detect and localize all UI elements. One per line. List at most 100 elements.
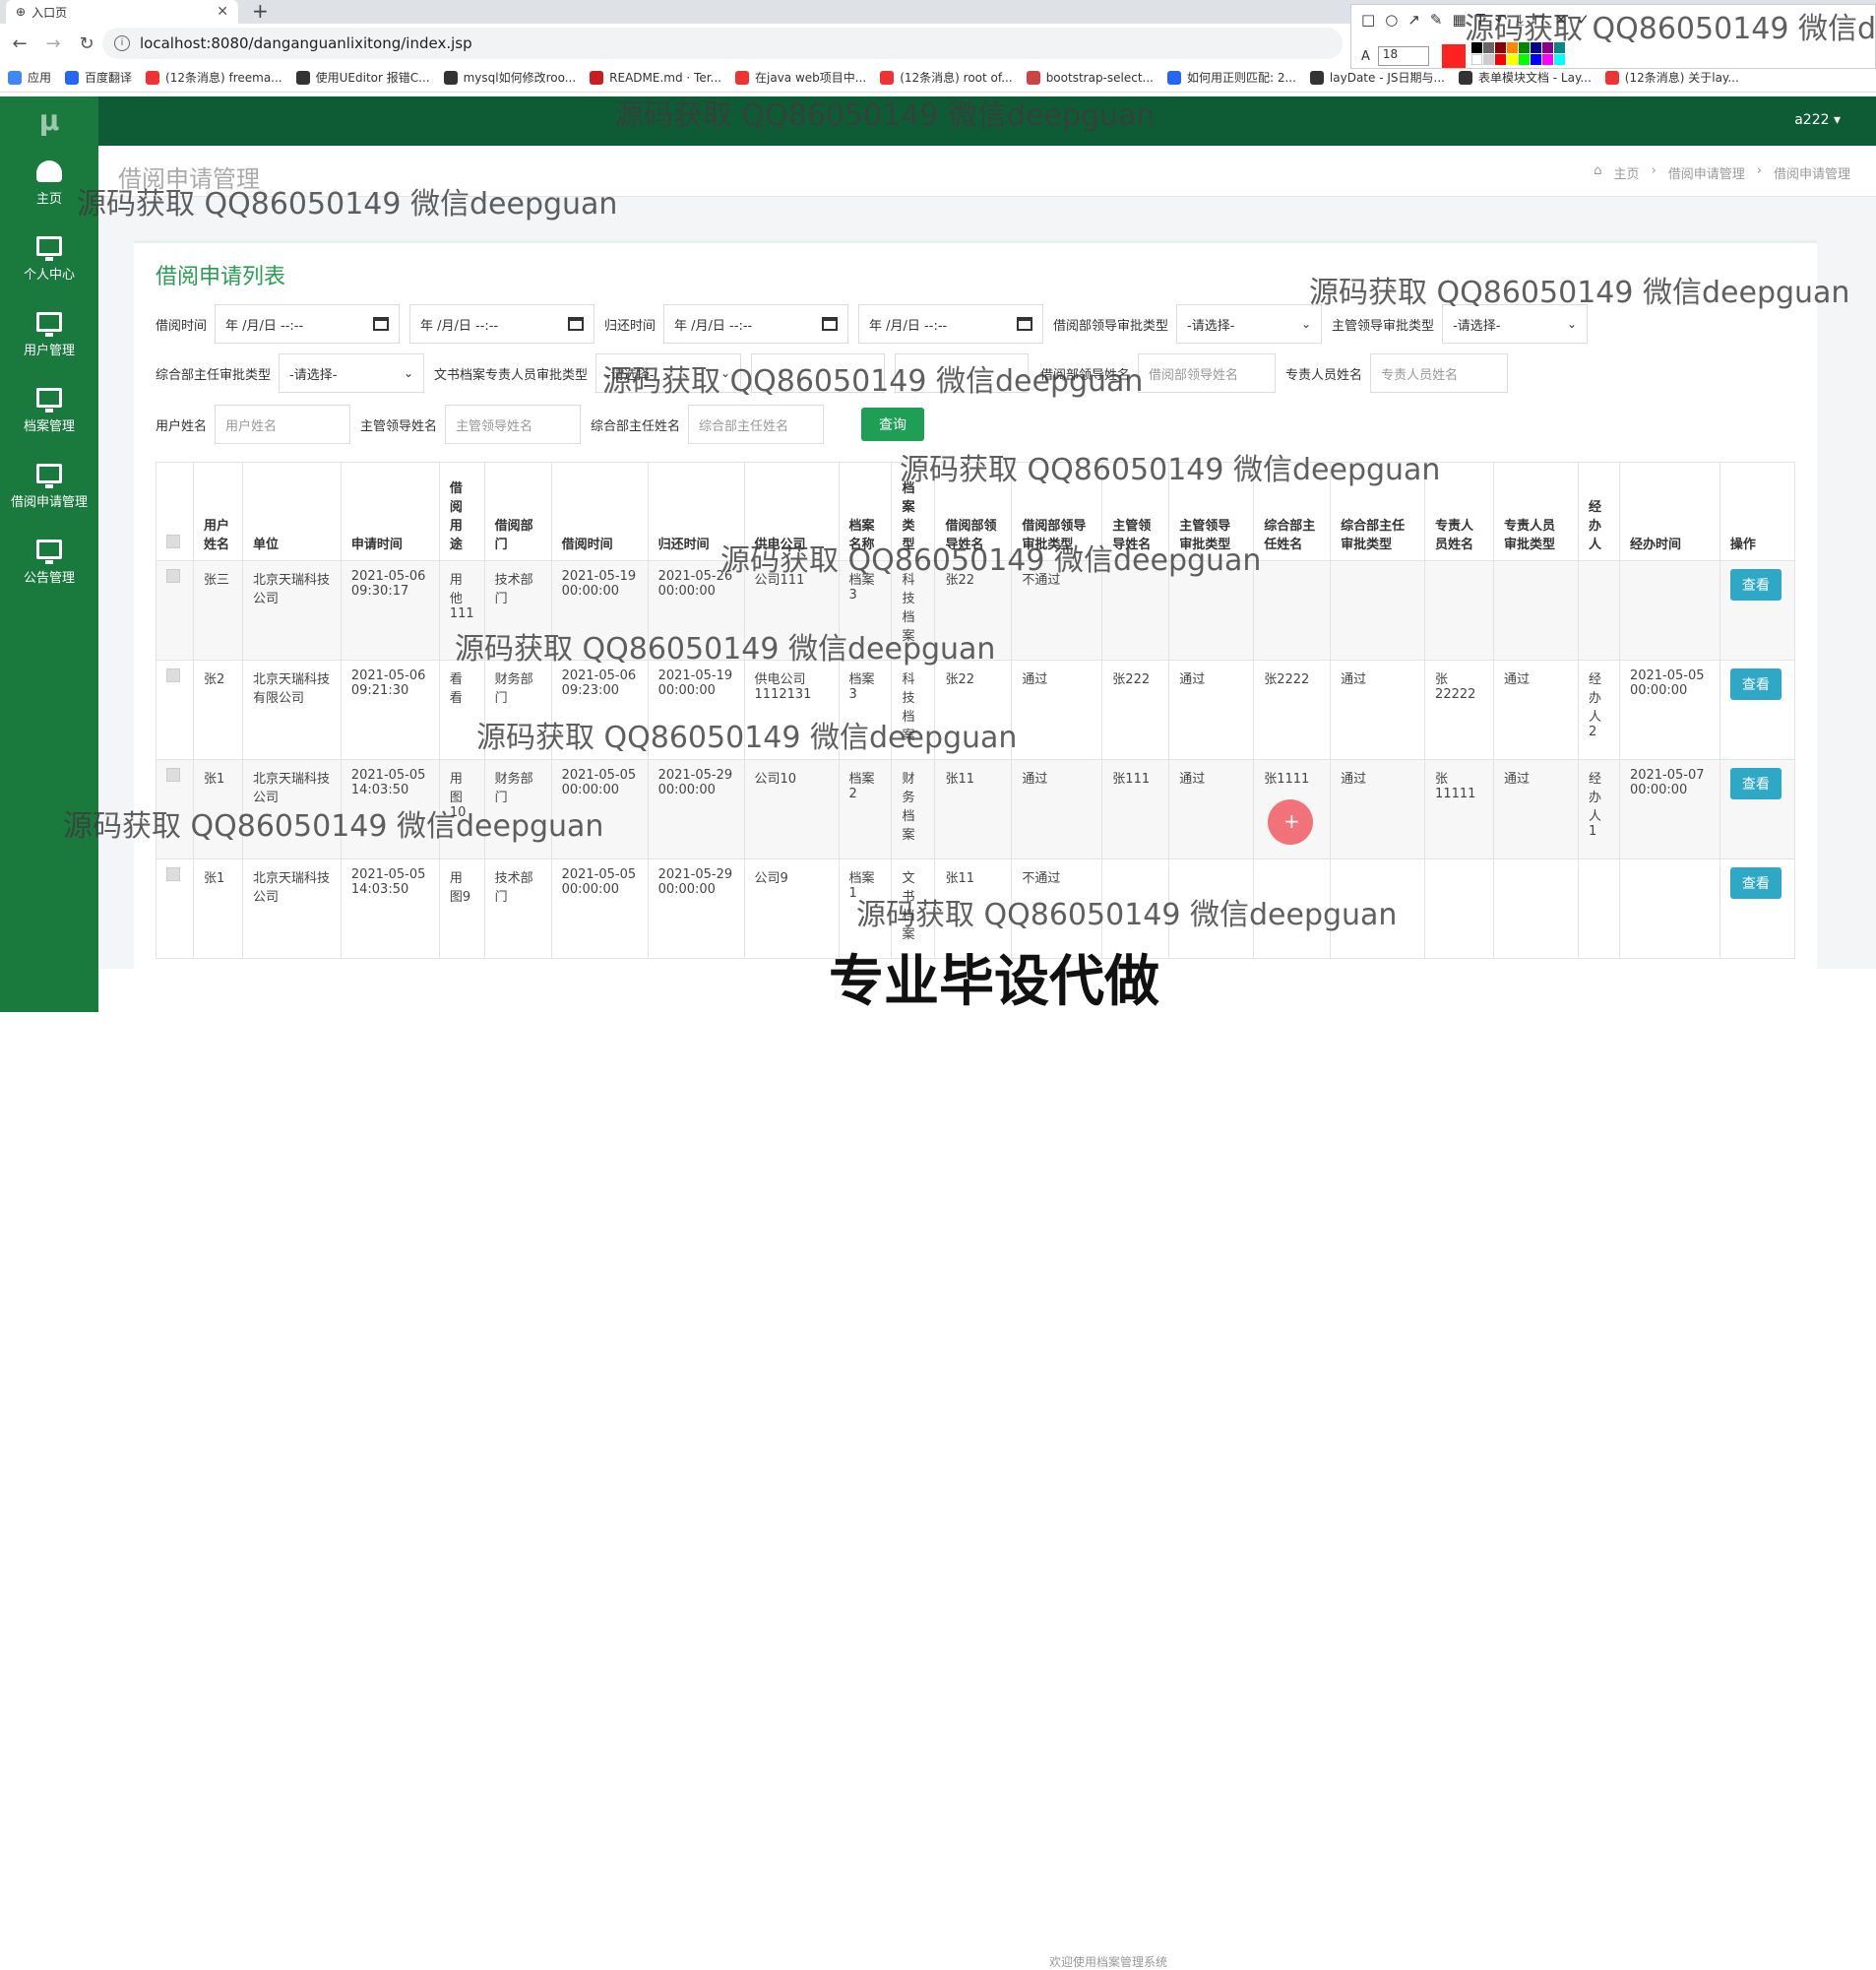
bookmark-favicon-icon: [1458, 70, 1472, 85]
bookmark-item[interactable]: 表单模块文档 - Lay...: [1458, 69, 1592, 86]
select-all-checkbox[interactable]: [166, 535, 180, 548]
table-cell: 财务档案: [891, 759, 936, 859]
dept-leader-type-select[interactable]: -请选择- ⌄: [1176, 304, 1323, 344]
table-cell: 通过: [1168, 759, 1255, 859]
office-head-type-select[interactable]: -请选择- ⌄: [279, 353, 425, 393]
reload-icon[interactable]: ↻: [73, 33, 100, 54]
breadcrumb-home[interactable]: 主页: [1614, 163, 1640, 182]
borrow-time-end-input[interactable]: 年 /月/日 --:--: [409, 304, 595, 344]
return-time-start-input[interactable]: 年 /月/日 --:--: [663, 304, 849, 344]
calendar-icon[interactable]: [568, 317, 585, 331]
close-tab-icon[interactable]: ✕: [217, 4, 228, 20]
table-cell: 张2: [192, 660, 243, 760]
table-cell: 通过: [1011, 759, 1103, 859]
bookmark-item[interactable]: (12条消息) 关于lay...: [1604, 69, 1739, 86]
return-time-label: 归还时间: [604, 318, 657, 334]
address-bar[interactable]: i localhost:8080/danganguanlixitong/inde…: [102, 28, 1343, 59]
breadcrumb-item[interactable]: 借阅申请管理: [1668, 163, 1745, 182]
bookmark-favicon-icon: [295, 70, 310, 85]
user-name-input[interactable]: 用户姓名: [215, 405, 351, 444]
view-button[interactable]: 查看: [1729, 569, 1782, 601]
font-icon: A: [1361, 48, 1370, 64]
sidebar-item-users[interactable]: 用户管理: [0, 297, 98, 373]
bookmark-label: 在java web项目中...: [755, 71, 867, 85]
search-button[interactable]: 查询: [861, 408, 925, 441]
bookmark-label: layDate - JS日期与...: [1329, 71, 1445, 85]
table-cell: [1577, 560, 1620, 661]
watermark: 源码获取 QQ86050149 微信deepguan: [856, 898, 1398, 932]
forward-icon[interactable]: →: [39, 33, 67, 54]
main-leader-type-label: 主管领导审批类型: [1332, 318, 1435, 334]
bookmark-label: 如何用正则匹配: 2...: [1186, 71, 1296, 85]
column-header: 用户姓名: [192, 462, 243, 561]
breadcrumb-separator: ›: [1756, 163, 1762, 178]
user-menu[interactable]: a222 ▾: [1794, 112, 1841, 128]
bookmark-item[interactable]: README.md · Ter...: [590, 70, 721, 85]
app-logo: μ: [38, 104, 60, 137]
table-cell: [1424, 560, 1495, 661]
view-button[interactable]: 查看: [1729, 867, 1782, 899]
browser-tab[interactable]: ⊕ 入口页 ✕: [6, 0, 238, 24]
sidebar-item-archives[interactable]: 档案管理: [0, 373, 98, 449]
promo-banner: 专业毕设代做: [829, 950, 1159, 1014]
footer-text: 欢迎使用档案管理系统: [1049, 1955, 1168, 1969]
table-cell: 档案2: [838, 759, 893, 859]
bookmark-item[interactable]: (12条消息) freema...: [146, 69, 282, 86]
bookmark-label: (12条消息) 关于lay...: [1624, 71, 1739, 85]
main-leader-name-input[interactable]: 主管领导姓名: [445, 405, 582, 444]
view-button[interactable]: 查看: [1729, 768, 1782, 799]
row-checkbox[interactable]: [166, 569, 180, 583]
bookmark-item[interactable]: mysql如何修改roo...: [443, 69, 576, 86]
calendar-icon[interactable]: [373, 317, 390, 331]
active-color-swatch[interactable]: [1442, 44, 1466, 68]
table-cell: 2021-05-05 00:00:00: [1618, 660, 1720, 760]
table-cell: 张三: [192, 560, 243, 661]
pen-tool-icon[interactable]: ✎: [1430, 11, 1443, 29]
table-cell: [1577, 858, 1620, 959]
back-icon[interactable]: ←: [6, 33, 33, 54]
return-time-end-input[interactable]: 年 /月/日 --:--: [858, 304, 1044, 344]
chevron-down-icon: ⌄: [403, 366, 414, 380]
rectangle-tool-icon[interactable]: □: [1361, 11, 1375, 29]
table-cell: [1493, 560, 1579, 661]
table-cell: 通过: [1330, 660, 1426, 760]
table-cell: 2021-05-29 00:00:00: [647, 759, 745, 859]
sidebar-item-notices[interactable]: 公告管理: [0, 525, 98, 601]
font-size-select[interactable]: 18: [1377, 46, 1429, 66]
table-cell: 通过: [1493, 660, 1579, 760]
bookmark-item[interactable]: (12条消息) root of...: [880, 69, 1013, 86]
home-icon: ⌂: [1594, 163, 1602, 178]
row-checkbox[interactable]: [166, 668, 180, 682]
bookmark-favicon-icon: [1604, 70, 1619, 85]
bookmark-favicon-icon: [880, 70, 895, 85]
row-checkbox[interactable]: [166, 867, 180, 881]
bookmark-favicon-icon: [590, 70, 604, 85]
dept-leader-name-input[interactable]: 借阅部领导姓名: [1138, 353, 1277, 393]
bookmark-item[interactable]: 如何用正则匹配: 2...: [1166, 69, 1296, 86]
sidebar-item-profile[interactable]: 个人中心: [0, 222, 98, 297]
new-tab-button[interactable]: +: [252, 0, 269, 24]
bookmark-item[interactable]: layDate - JS日期与...: [1309, 69, 1445, 86]
calendar-icon[interactable]: [822, 317, 839, 331]
info-icon[interactable]: i: [114, 35, 130, 51]
arrow-tool-icon[interactable]: ↗: [1407, 11, 1420, 29]
ellipse-tool-icon[interactable]: ○: [1385, 11, 1398, 29]
bookmark-item[interactable]: 在java web项目中...: [735, 69, 866, 86]
view-button[interactable]: 查看: [1729, 668, 1782, 700]
borrow-time-start-input[interactable]: 年 /月/日 --:--: [215, 304, 401, 344]
bookmark-label: 应用: [28, 71, 52, 85]
bookmark-item[interactable]: 百度翻译: [65, 69, 132, 86]
calendar-icon[interactable]: [1017, 317, 1033, 331]
bookmark-item[interactable]: bootstrap-select...: [1026, 70, 1154, 85]
office-head-name-input[interactable]: 综合部主任姓名: [688, 405, 825, 444]
row-checkbox[interactable]: [166, 768, 180, 782]
specialist-name-input[interactable]: 专责人员姓名: [1370, 353, 1509, 393]
sidebar-item-borrow[interactable]: 借阅申请管理: [0, 449, 98, 525]
bookmark-item[interactable]: 使用UEditor 报错C...: [295, 69, 430, 86]
breadcrumb: ⌂ 主页 › 借阅申请管理 › 借阅申请管理: [1594, 163, 1850, 182]
watermark: 源码获取 QQ86050149 微信deepguan: [476, 721, 1018, 755]
watermark: 源码获取 QQ86050149 微信deepguan: [614, 98, 1156, 133]
main-leader-name-label: 主管领导姓名: [360, 418, 438, 434]
bookmark-item[interactable]: 应用: [8, 69, 51, 86]
clerk-type-label: 文书档案专责人员审批类型: [434, 367, 589, 383]
